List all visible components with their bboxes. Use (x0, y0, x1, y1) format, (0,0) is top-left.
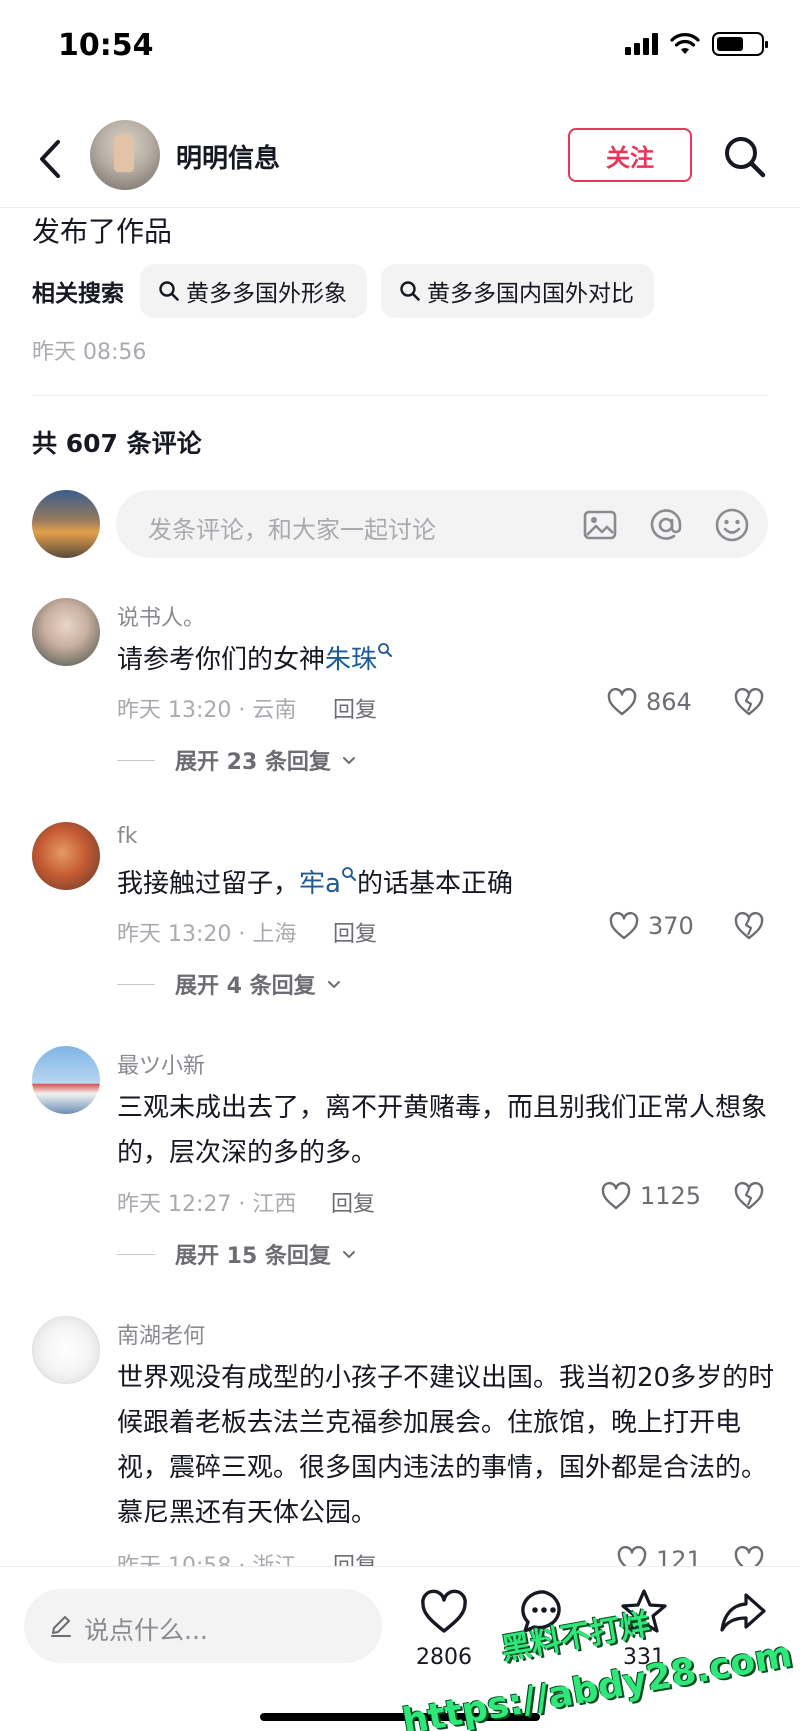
pen-icon (51, 1616, 71, 1637)
expand-replies-text: 展开 23 条回复 (175, 750, 331, 775)
expand-line (117, 1253, 155, 1255)
commenter-name[interactable]: fk (117, 824, 138, 849)
related-search-chip[interactable]: 黄多多国外形象 (140, 264, 367, 318)
commenter-name[interactable]: 说书人。 (117, 600, 205, 632)
image-icon[interactable] (582, 507, 618, 543)
comment-search-link[interactable]: 朱珠 (325, 645, 377, 675)
commenter-avatar[interactable] (32, 822, 100, 890)
status-icons (625, 32, 768, 56)
comment-input[interactable]: 发条评论，和大家一起讨论 (116, 490, 768, 558)
bottom-bar: 说点什么... 2806 331 (0, 1566, 800, 1731)
heart-icon (607, 687, 637, 716)
wifi-icon (670, 33, 700, 54)
author-avatar[interactable] (90, 120, 160, 190)
search-icon (159, 281, 179, 301)
nav-bar: 明明信息 关注 (0, 110, 800, 208)
search-icon (378, 643, 393, 657)
comment-icon[interactable] (519, 1587, 569, 1637)
expand-line (117, 759, 155, 761)
like-button[interactable]: 1125 (600, 1180, 701, 1212)
like-count: 1125 (640, 1182, 702, 1210)
comment-text: 世界观没有成型的小孩子不建议出国。我当初20多岁的时候跟着老板去法兰克福参加展会… (117, 1363, 775, 1528)
expand-replies[interactable]: 展开 15 条回复 (117, 1238, 357, 1270)
comment-count: 共 607 条评论 (32, 429, 202, 458)
heart-icon (601, 1181, 631, 1210)
expand-replies-text: 展开 15 条回复 (175, 1244, 331, 1269)
expand-line (117, 983, 155, 985)
comment-meta: 昨天 13:20 · 上海 (117, 922, 297, 947)
signal-icon (625, 33, 658, 55)
comment-item: 说书人。 请参考你们的女神朱珠 昨天 13:20 · 云南 回复 864 展开 … (0, 598, 800, 778)
like-button[interactable]: 121 (616, 1544, 702, 1566)
share-icon[interactable] (718, 1587, 768, 1637)
like-count: 2806 (416, 1645, 472, 1670)
commenter-avatar[interactable] (32, 598, 100, 666)
like-count: 864 (646, 688, 692, 716)
related-search-chip[interactable]: 黄多多国内国外对比 (381, 264, 654, 318)
comment-item: 南湖老何 世界观没有成型的小孩子不建议出国。我当初20多岁的时候跟着老板去法兰克… (0, 1316, 800, 1566)
comment-text: 请参考你们的女神朱珠 (117, 638, 777, 683)
comment-item: fk 我接触过留子，牢a 的话基本正确 昨天 13:20 · 上海 回复 370 … (0, 822, 800, 1002)
related-searches-label: 相关搜索 (32, 281, 124, 307)
related-searches: 相关搜索 黄多多国外形象 黄多多国内国外对比 (32, 264, 654, 318)
status-time: 10:54 (58, 28, 154, 63)
commenter-avatar[interactable] (32, 1046, 100, 1114)
mention-icon[interactable] (648, 507, 684, 543)
chevron-down-icon (327, 981, 340, 989)
related-search-text: 黄多多国外形象 (186, 281, 347, 307)
status-bar: 10:54 (0, 0, 800, 96)
my-avatar (32, 490, 100, 558)
say-something-input[interactable]: 说点什么... (24, 1589, 382, 1663)
like-count: 370 (648, 912, 694, 940)
commenter-avatar[interactable] (32, 1316, 100, 1384)
comment-text: 我接触过留子，牢a 的话基本正确 (117, 862, 777, 907)
chevron-down-icon (342, 757, 355, 765)
expand-replies[interactable]: 展开 23 条回复 (117, 744, 357, 776)
broken-heart-icon[interactable] (733, 1544, 765, 1566)
comment-meta: 昨天 12:27 · 江西 (117, 1192, 297, 1217)
heart-icon[interactable] (419, 1587, 469, 1637)
comment-text: 三观未成出去了，离不开黄赌毒，而且别我们正常人想象的，层次深的多的多。 (117, 1093, 768, 1168)
commenter-name[interactable]: 南湖老何 (117, 1318, 205, 1350)
expand-replies-text: 展开 4 条回复 (175, 974, 316, 999)
favorite-count: 331 (623, 1645, 665, 1670)
comment-item: 最ツ小新 三观未成出去了，离不开黄赌毒，而且别我们正常人想象的，层次深的多的多。… (0, 1046, 800, 1272)
comment-meta: 昨天 10:58 · 浙江 (117, 1548, 296, 1566)
like-count: 121 (656, 1546, 702, 1566)
comment-meta: 昨天 13:20 · 云南 (117, 698, 297, 723)
post-time: 昨天 08:56 (32, 340, 147, 365)
broken-heart-icon[interactable] (733, 910, 765, 942)
heart-icon (617, 1545, 647, 1566)
search-icon[interactable] (722, 134, 768, 180)
emoji-icon[interactable] (714, 507, 750, 543)
post-description: 发布了作品 (32, 215, 173, 248)
divider (32, 395, 768, 396)
author-name[interactable]: 明明信息 (176, 138, 280, 175)
chevron-down-icon (342, 1251, 355, 1259)
related-search-text: 黄多多国内国外对比 (427, 281, 634, 307)
home-indicator (260, 1713, 540, 1721)
comment-input-placeholder: 发条评论，和大家一起讨论 (148, 516, 436, 544)
heart-icon (609, 911, 639, 940)
search-icon (342, 867, 356, 881)
comment-search-link[interactable]: 牢a (299, 869, 341, 899)
commenter-name[interactable]: 最ツ小新 (117, 1048, 205, 1080)
broken-heart-icon[interactable] (733, 1180, 765, 1212)
star-icon[interactable] (619, 1587, 669, 1637)
back-arrow-icon[interactable] (30, 136, 70, 182)
search-icon (400, 281, 420, 301)
reply-button[interactable]: 回复 (331, 1186, 375, 1218)
reply-button[interactable]: 回复 (333, 692, 377, 724)
like-button[interactable]: 864 (606, 686, 692, 718)
say-something-placeholder: 说点什么... (84, 1616, 208, 1645)
battery-icon (712, 32, 768, 56)
reply-button[interactable]: 回复 (333, 1548, 377, 1566)
follow-button[interactable]: 关注 (568, 128, 692, 182)
expand-replies[interactable]: 展开 4 条回复 (117, 968, 342, 1000)
like-button[interactable]: 370 (608, 910, 694, 942)
reply-button[interactable]: 回复 (333, 916, 377, 948)
broken-heart-icon[interactable] (733, 686, 765, 718)
